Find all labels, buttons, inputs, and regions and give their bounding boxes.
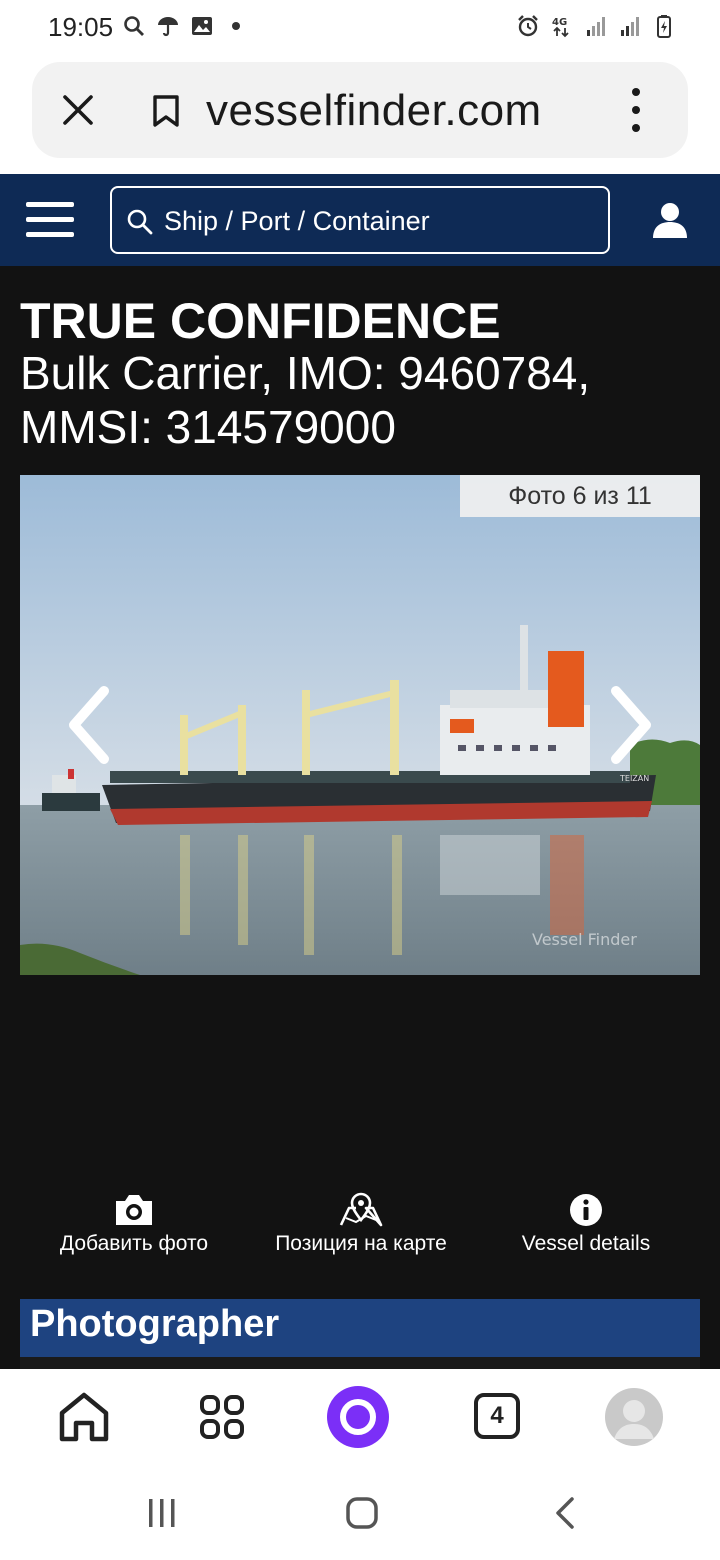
vessel-details-button[interactable]: Vessel details: [516, 1192, 656, 1256]
address-bar[interactable]: vesselfinder.com: [32, 62, 688, 158]
umbrella-icon: [158, 17, 178, 37]
ship-image: TEIZAN Vessel Finder: [20, 475, 700, 975]
search-icon: [127, 209, 153, 235]
status-bar: 19:05 4G: [0, 0, 720, 56]
battery-charging-icon: [657, 15, 671, 38]
map-pin-icon: [339, 1192, 383, 1227]
apps-icon[interactable]: [190, 1385, 254, 1449]
vessel-details-label: Vessel details: [521, 1232, 651, 1255]
add-photo-button[interactable]: Добавить фото: [52, 1192, 216, 1256]
photo-counter: Фото 6 из 11: [460, 475, 700, 517]
more-vert-icon[interactable]: [624, 86, 648, 134]
signal-icon: [587, 17, 605, 36]
browser-toolbar: vesselfinder.com: [0, 56, 720, 174]
search-icon: [124, 16, 144, 36]
chevron-left-icon[interactable]: [64, 685, 114, 765]
vessel-subtitle: Bulk Carrier, IMO: 9460784, MMSI: 314579…: [20, 347, 591, 453]
status-icons-right: 4G: [516, 14, 676, 38]
tabs-count: 4: [474, 1393, 520, 1439]
vessel-name: TRUE CONFIDENCE: [20, 293, 501, 349]
camera-icon: [116, 1195, 152, 1225]
menu-icon[interactable]: [26, 202, 76, 238]
image-icon: [192, 17, 212, 35]
chevron-right-icon[interactable]: [606, 685, 656, 765]
search-input[interactable]: Ship / Port / Container: [110, 186, 610, 254]
4g-icon: 4G: [552, 17, 569, 38]
vessel-photo[interactable]: TEIZAN Vessel Finder Фото 6 из 11: [20, 475, 700, 975]
photographer-section-header: Photographer: [20, 1299, 700, 1357]
photographer-heading: Photographer: [30, 1303, 280, 1345]
action-row: Добавить фото Позиция на карте Vessel de…: [0, 1192, 720, 1272]
close-icon[interactable]: [60, 92, 96, 128]
alarm-icon: [518, 15, 538, 37]
info-icon: [570, 1194, 602, 1226]
map-position-label: Позиция на карте: [275, 1232, 447, 1255]
status-icons-left: [122, 14, 248, 38]
site-header: Ship / Port / Container: [0, 174, 720, 266]
hull-name: TEIZAN: [619, 774, 649, 783]
signal-icon: [621, 17, 639, 36]
recent-apps-icon[interactable]: [144, 1495, 180, 1531]
svg-text:4G: 4G: [552, 17, 567, 28]
home-button-icon[interactable]: [344, 1495, 380, 1531]
photographer-content: [20, 1357, 700, 1369]
search-placeholder: Ship / Port / Container: [164, 206, 430, 236]
browser-bottom-nav: 4: [0, 1369, 720, 1465]
url-text[interactable]: vesselfinder.com: [206, 86, 542, 136]
bookmark-icon[interactable]: [150, 94, 182, 128]
photo-watermark: Vessel Finder: [532, 930, 637, 949]
avatar[interactable]: [604, 1387, 664, 1447]
tabs-icon[interactable]: 4: [466, 1385, 530, 1449]
user-icon[interactable]: [650, 200, 690, 240]
home-icon[interactable]: [52, 1385, 116, 1449]
add-photo-label: Добавить фото: [59, 1232, 209, 1255]
back-icon[interactable]: [548, 1495, 584, 1531]
alice-icon[interactable]: [326, 1385, 390, 1449]
dot-icon: [232, 22, 240, 30]
map-position-button[interactable]: Позиция на карте: [266, 1192, 456, 1256]
status-time: 19:05: [48, 12, 114, 42]
system-navigation-bar: [0, 1465, 720, 1560]
